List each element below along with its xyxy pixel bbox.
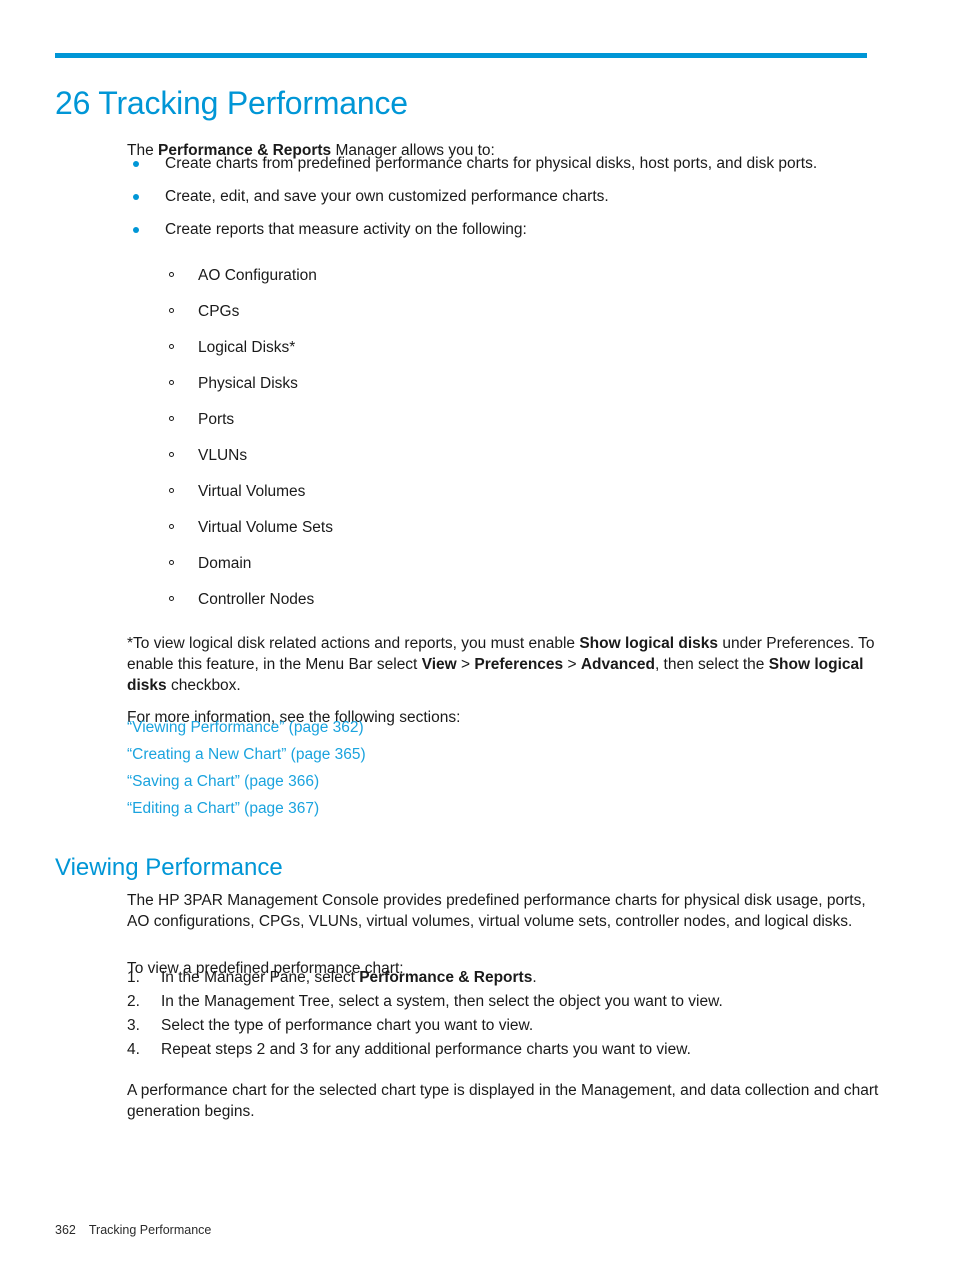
- list-item: 3. Select the type of performance chart y…: [127, 1015, 877, 1039]
- capabilities-bullet-list: Create charts from predefined performanc…: [127, 153, 872, 252]
- list-item: 2. In the Management Tree, select a syste…: [127, 991, 877, 1015]
- list-item: “Viewing Performance” (page 362): [127, 717, 366, 744]
- bullet-text: Create, edit, and save your own customiz…: [165, 188, 609, 205]
- list-item: Create, edit, and save your own customiz…: [127, 186, 872, 207]
- sub-bullet-text: CPGs: [198, 303, 240, 320]
- section-heading-viewing-performance: Viewing Performance: [55, 853, 283, 881]
- section-closing-paragraph: A performance chart for the selected cha…: [127, 1081, 879, 1120]
- sub-bullet-text: Virtual Volume Sets: [198, 519, 333, 536]
- list-item: Logical Disks*: [167, 337, 767, 373]
- sub-bullet-text: Ports: [198, 411, 235, 428]
- report-types-sub-list: AO Configuration CPGs Logical Disks* Phy…: [167, 265, 767, 625]
- step-text: Repeat steps 2 and 3 for any additional …: [161, 1041, 691, 1058]
- list-item: “Creating a New Chart” (page 365): [127, 744, 366, 771]
- list-item: 4. Repeat steps 2 and 3 for any additiona…: [127, 1039, 877, 1063]
- footnote-part-1: *To view logical disk related actions an…: [127, 634, 580, 652]
- cross-reference-list: “Viewing Performance” (page 362) “Creati…: [127, 717, 366, 825]
- xref-link-creating-a-new-chart[interactable]: “Creating a New Chart” (page 365): [127, 746, 366, 763]
- document-page: 26 Tracking Performance The Performance …: [0, 0, 954, 1271]
- footnote-part-4: checkbox.: [166, 676, 241, 694]
- step-number: 4.: [127, 1041, 140, 1058]
- step-number: 1.: [127, 969, 140, 986]
- list-item: Virtual Volume Sets: [167, 517, 767, 553]
- step-number: 3.: [127, 1017, 140, 1034]
- list-item: CPGs: [167, 301, 767, 337]
- list-item: Domain: [167, 553, 767, 589]
- footnote-separator-1: >: [456, 655, 475, 673]
- list-item: Create charts from predefined performanc…: [127, 153, 872, 174]
- list-item: Create reports that measure activity on …: [127, 219, 872, 240]
- footnote-bold-advanced: Advanced: [580, 655, 655, 673]
- page-footer: 362 Tracking Performance: [55, 1222, 211, 1239]
- sub-bullet-text: VLUNs: [198, 447, 248, 464]
- step-text: Select the type of performance chart you…: [161, 1017, 534, 1034]
- section-paragraph-1: The HP 3PAR Management Console provides …: [127, 891, 866, 930]
- footnote-paragraph: *To view logical disk related actions an…: [127, 633, 875, 696]
- procedure-step-list: 1. In the Manager Pane, select Performanc…: [127, 967, 877, 1063]
- sub-bullet-text: Controller Nodes: [198, 591, 315, 608]
- bullet-text: Create charts from predefined performanc…: [165, 155, 818, 172]
- list-item: “Saving a Chart” (page 366): [127, 771, 366, 798]
- list-item: Physical Disks: [167, 373, 767, 409]
- footnote-bold-show-logical-disks: Show logical disks: [579, 634, 719, 652]
- list-item: “Editing a Chart” (page 367): [127, 798, 366, 825]
- step-text: In the Management Tree, select a system,…: [161, 993, 723, 1010]
- footer-chapter-name: Tracking Performance: [88, 1223, 212, 1237]
- xref-link-viewing-performance[interactable]: “Viewing Performance” (page 362): [127, 719, 364, 736]
- sub-bullet-text: Logical Disks*: [198, 339, 296, 356]
- step-text-after: .: [532, 969, 537, 986]
- xref-link-saving-a-chart[interactable]: “Saving a Chart” (page 366): [127, 773, 319, 790]
- chapter-rule: [55, 53, 867, 58]
- sub-bullet-text: Domain: [198, 555, 252, 572]
- step-text: In the Manager Pane, select: [161, 969, 360, 986]
- footnote-bold-preferences: Preferences: [474, 655, 564, 673]
- list-item: Controller Nodes: [167, 589, 767, 625]
- sub-bullet-text: Physical Disks: [198, 375, 298, 392]
- list-item: AO Configuration: [167, 265, 767, 301]
- footer-page-number: 362: [55, 1223, 76, 1237]
- footnote-part-3: , then select the: [654, 655, 769, 673]
- xref-link-editing-a-chart[interactable]: “Editing a Chart” (page 367): [127, 800, 319, 817]
- sub-bullet-text: AO Configuration: [198, 267, 317, 284]
- footnote-bold-view: View: [421, 655, 457, 673]
- list-item: 1. In the Manager Pane, select Performanc…: [127, 967, 877, 991]
- page-title: 26 Tracking Performance: [55, 85, 408, 122]
- bullet-text: Create reports that measure activity on …: [165, 221, 527, 238]
- step-number: 2.: [127, 993, 140, 1010]
- list-item: Ports: [167, 409, 767, 445]
- step-bold-term: Performance & Reports: [359, 969, 533, 986]
- footnote-separator-2: >: [563, 655, 581, 673]
- sub-bullet-text: Virtual Volumes: [198, 483, 306, 500]
- list-item: VLUNs: [167, 445, 767, 481]
- list-item: Virtual Volumes: [167, 481, 767, 517]
